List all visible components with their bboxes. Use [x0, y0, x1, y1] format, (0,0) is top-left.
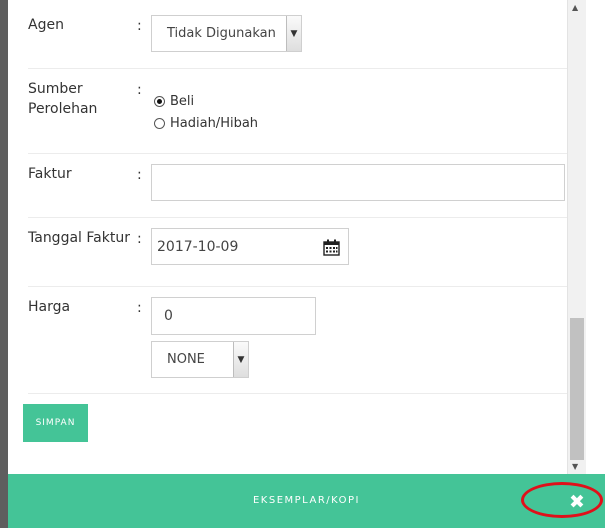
calendar-icon[interactable] [323, 239, 340, 256]
radio-label-hadiah: Hadiah/Hibah [170, 116, 259, 131]
tanggal-faktur-value: 2017-10-09 [157, 238, 239, 255]
simpan-button[interactable]: SIMPAN [23, 404, 88, 442]
form-row-sumber-perolehan: Sumber Perolehan : Beli Hadiah/Hibah [28, 69, 570, 154]
form-row-harga: Harga : 0 NONE ▼ [28, 287, 570, 394]
currency-select-value: NONE [167, 352, 205, 367]
modal-footer: EKSEMPLAR/KOPI ✖ [8, 474, 605, 528]
faktur-input[interactable] [151, 164, 565, 201]
chevron-down-icon[interactable]: ▼ [233, 342, 248, 377]
radio-button-beli[interactable] [154, 96, 165, 107]
agen-label: Agen [28, 17, 64, 33]
harga-label: Harga [28, 299, 71, 315]
modal-dialog: Agen : Tidak Digunakan ▼ Sumber Peroleha… [8, 0, 605, 528]
red-annotation-circle [521, 482, 603, 518]
scrollbar[interactable]: ▲ ▼ [567, 0, 586, 474]
tanggal-colon: : [137, 231, 142, 247]
faktur-label: Faktur [28, 166, 72, 182]
harga-input[interactable]: 0 [151, 297, 316, 335]
radio-option-beli[interactable]: Beli [154, 94, 194, 109]
agen-colon: : [137, 18, 142, 34]
currency-select[interactable]: NONE ▼ [151, 341, 249, 378]
agen-select[interactable]: Tidak Digunakan ▼ [151, 15, 302, 52]
sumber-perolehan-label: Sumber Perolehan [28, 81, 98, 117]
tanggal-faktur-label: Tanggal Faktur [28, 230, 130, 246]
radio-button-hadiah[interactable] [154, 118, 165, 129]
chevron-down-icon[interactable]: ▼ [286, 16, 301, 51]
sumber-colon: : [137, 82, 142, 98]
modal-form: Agen : Tidak Digunakan ▼ Sumber Peroleha… [8, 0, 586, 474]
harga-colon: : [137, 300, 142, 316]
form-row-agen: Agen : Tidak Digunakan ▼ [28, 0, 570, 69]
form-row-faktur: Faktur : [28, 154, 570, 218]
faktur-colon: : [137, 167, 142, 183]
scroll-down-arrow-icon[interactable]: ▼ [572, 462, 578, 471]
modal-backdrop [0, 0, 8, 528]
form-row-tanggal-faktur: Tanggal Faktur : 2017-10-09 [28, 218, 570, 287]
radio-label-beli: Beli [170, 94, 195, 109]
radio-option-hadiah[interactable]: Hadiah/Hibah [154, 116, 258, 131]
agen-select-value: Tidak Digunakan [167, 26, 276, 41]
tanggal-faktur-input[interactable]: 2017-10-09 [151, 228, 349, 265]
scrollbar-thumb[interactable] [570, 318, 584, 460]
scroll-up-arrow-icon[interactable]: ▲ [572, 3, 578, 12]
footer-title: EKSEMPLAR/KOPI [252, 495, 361, 506]
